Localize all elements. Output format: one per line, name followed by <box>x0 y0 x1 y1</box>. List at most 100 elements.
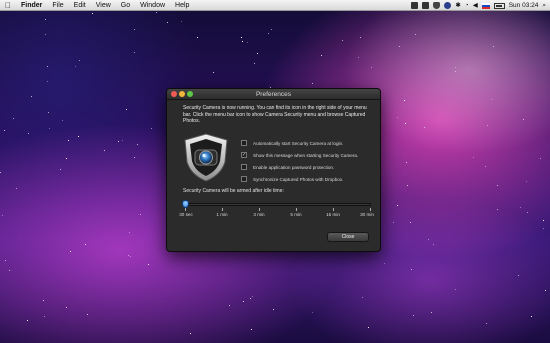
star <box>409 222 411 223</box>
menu-view[interactable]: View <box>91 0 116 11</box>
star <box>370 67 372 69</box>
star <box>523 118 525 120</box>
star <box>103 149 105 151</box>
star <box>197 37 198 39</box>
star <box>49 127 50 129</box>
checkbox[interactable] <box>241 140 247 146</box>
star <box>392 221 394 223</box>
star <box>527 211 528 213</box>
star <box>497 208 499 210</box>
star <box>404 99 405 101</box>
star <box>127 254 129 256</box>
option-start-at-login[interactable]: Automatically start Security Camera at l… <box>241 137 358 149</box>
spotlight-icon[interactable]: ⌕ <box>542 0 546 11</box>
star <box>396 205 398 206</box>
star <box>46 65 48 67</box>
menu-extras: ✱ ◔ ◀ Sun 03:24 ⌕ <box>411 0 546 11</box>
star <box>190 332 192 334</box>
window-titlebar[interactable]: Preferences <box>167 89 380 100</box>
checkbox[interactable] <box>241 164 247 170</box>
flag-icon[interactable] <box>481 2 490 9</box>
slider-tick-label: 1 min <box>216 212 228 217</box>
menu-file[interactable]: File <box>47 0 68 11</box>
star <box>270 29 272 31</box>
star <box>312 311 314 313</box>
option-label: Synchronize Captured Photos with Dropbox… <box>253 176 344 182</box>
option-show-message[interactable]: ✓ Show this message when starting Securi… <box>241 149 358 161</box>
star <box>74 66 76 67</box>
star <box>0 171 2 173</box>
slider-tick-label: 30 min <box>360 212 374 217</box>
star <box>267 33 269 34</box>
security-camera-icon[interactable] <box>433 2 441 9</box>
app-icon[interactable] <box>422 2 430 9</box>
menu-edit[interactable]: Edit <box>69 0 91 11</box>
menu-window[interactable]: Window <box>135 0 170 11</box>
slider-tick-label: 3 min <box>253 212 265 217</box>
apple-icon[interactable]:  <box>0 1 16 10</box>
star <box>518 275 520 277</box>
star <box>2 215 3 217</box>
star <box>87 313 89 315</box>
idle-time-slider-track[interactable] <box>185 203 371 206</box>
star <box>357 56 359 58</box>
zoom-window-button[interactable] <box>187 91 193 97</box>
clock[interactable]: Sun 03:24 <box>509 0 539 11</box>
star <box>4 260 6 262</box>
checkbox-checked[interactable]: ✓ <box>241 152 247 158</box>
volume-icon[interactable]: ◀ <box>473 0 478 11</box>
star <box>423 127 425 129</box>
star <box>3 130 5 131</box>
star <box>66 157 68 159</box>
slider-tick-label: 30 sec <box>179 212 193 217</box>
app-icon[interactable] <box>411 2 419 9</box>
options-list: Automatically start Security Camera at l… <box>241 137 358 185</box>
menu-help[interactable]: Help <box>170 0 194 11</box>
star <box>117 141 119 143</box>
slider-tick <box>222 208 223 211</box>
star <box>384 263 386 265</box>
minimize-window-button[interactable] <box>179 91 185 97</box>
star <box>27 320 29 321</box>
star <box>361 297 363 299</box>
slider-tick <box>259 208 260 211</box>
slider-tick-label: 15 min <box>326 212 340 217</box>
wifi-icon[interactable]: ◔ <box>465 0 469 11</box>
star <box>228 305 230 307</box>
idle-time-slider-knob[interactable] <box>182 200 189 208</box>
star <box>213 72 215 74</box>
slider-tick <box>185 208 186 211</box>
star <box>486 322 487 324</box>
close-window-button[interactable] <box>171 91 177 97</box>
star <box>455 70 456 72</box>
menu-bar:  Finder File Edit View Go Window Help ✱… <box>0 0 550 11</box>
star <box>44 18 46 20</box>
star <box>367 327 369 329</box>
battery-icon[interactable] <box>493 2 505 9</box>
star <box>312 82 313 84</box>
menu-finder[interactable]: Finder <box>16 0 47 11</box>
preferences-window: Preferences Security Camera is now runni… <box>166 88 381 252</box>
star <box>9 269 11 271</box>
star <box>59 168 61 170</box>
menu-go[interactable]: Go <box>116 0 135 11</box>
star <box>133 28 135 30</box>
star <box>140 213 141 215</box>
star <box>241 36 243 38</box>
star <box>542 220 544 222</box>
star <box>257 53 259 54</box>
option-dropbox-sync[interactable]: Synchronize Captured Photos with Dropbox… <box>241 173 358 185</box>
star <box>45 34 47 36</box>
close-button[interactable]: Close <box>327 232 369 242</box>
star <box>253 63 255 65</box>
checkbox[interactable] <box>241 176 247 182</box>
star <box>545 290 547 292</box>
bluetooth-icon[interactable]: ✱ <box>455 0 460 11</box>
star <box>360 37 362 39</box>
option-password-protection[interactable]: Enable application password protection. <box>241 161 358 173</box>
star <box>414 33 416 35</box>
star <box>520 207 521 209</box>
timemachine-icon[interactable] <box>444 2 452 9</box>
star <box>399 45 400 47</box>
star <box>13 118 15 120</box>
